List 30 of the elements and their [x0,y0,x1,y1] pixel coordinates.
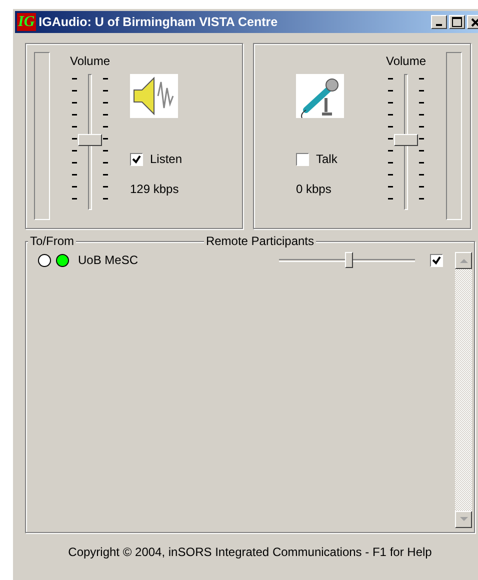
minimize-icon [436,24,442,26]
maximize-button[interactable] [449,15,465,29]
bitrate-label: 129 kbps [130,182,179,196]
scroll-down-button[interactable] [455,511,472,528]
talk-checkbox[interactable]: Talk [296,152,338,166]
volume-slider[interactable] [70,74,110,210]
app-logo: IG [17,13,36,31]
check-icon [432,256,441,264]
bitrate-label: 0 kbps [296,182,332,196]
scroll-up-button[interactable] [455,252,472,269]
volume-label: Volume [70,54,110,68]
close-icon [470,18,478,26]
participant-checkbox[interactable] [430,254,443,266]
minimize-button[interactable] [431,15,447,29]
scrollbar[interactable] [455,252,472,528]
status-bar-text: Copyright © 2004, inSORS Integrated Communications - F1 for Help [67,545,433,559]
maximize-icon [452,17,462,27]
check-icon [132,154,141,164]
listen-checkbox[interactable]: Listen [130,152,182,166]
window-title: IGAudio: U of Birmingham VISTA Centre [38,15,279,29]
volume-slider[interactable] [386,74,426,210]
group-legend: To/From [28,234,76,248]
down-arrow-icon [460,517,468,522]
volume-label: Volume [386,54,426,68]
participant-name: UoB MeSC [78,253,140,267]
up-arrow-icon [460,258,468,263]
speaker-icon [130,74,178,118]
group-legend: Remote Participants [204,234,316,248]
participant-volume-slider[interactable] [279,252,415,268]
microphone-icon [296,74,344,118]
